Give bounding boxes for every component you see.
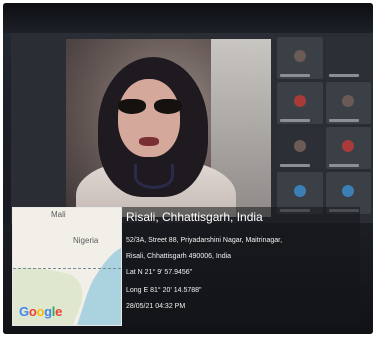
geotag-overlay: Risali, Chhattisgarh, India 52/3A, Stree…: [122, 207, 360, 324]
longitude: Long E 81° 20' 14.5788": [126, 287, 202, 294]
monitor-frame: [3, 3, 373, 33]
participant-tile: [325, 37, 371, 79]
google-logo: Google: [19, 304, 63, 319]
monitor-screen: [11, 33, 373, 223]
equator-line: [13, 268, 121, 269]
sunglasses: [116, 99, 184, 115]
location-map: Mali Nigeria Google: [12, 207, 122, 326]
address-line-2: Risali, Chhattisgarh 490006, India: [126, 253, 232, 260]
participant-tile: [325, 127, 371, 169]
participant-tile: [277, 82, 323, 124]
main-video-feed: [66, 39, 271, 217]
person-mouth: [139, 137, 159, 146]
location-title: Risali, Chhattisgarh, India: [126, 210, 263, 224]
address-line-1: 52/3A, Street 88, Priyadarshini Nagar, M…: [126, 237, 283, 244]
necklace: [134, 164, 174, 189]
participant-tile-grid: [277, 37, 371, 219]
timestamp: 28/05/21 04:32 PM: [126, 303, 186, 310]
participant-tile: [325, 82, 371, 124]
latitude: Lat N 21° 9' 57.9456": [126, 269, 193, 276]
map-label-nigeria: Nigeria: [73, 236, 99, 245]
participant-tile: [277, 37, 323, 79]
participant-tile: [277, 127, 323, 169]
map-label-mali: Mali: [51, 210, 66, 219]
